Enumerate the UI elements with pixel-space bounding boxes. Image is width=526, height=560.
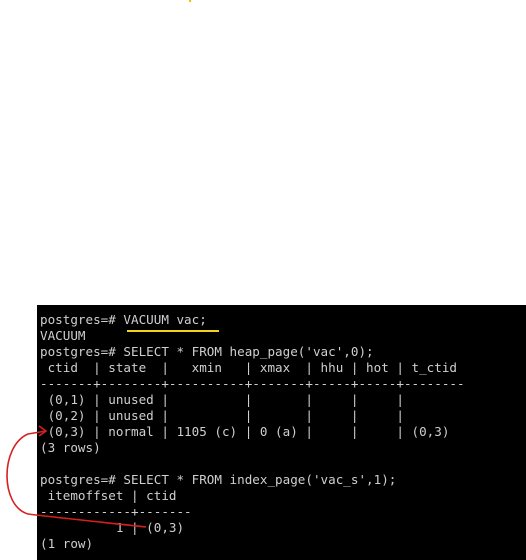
heap-table-row-1: (0,1) | unused | | | | | — [40, 392, 404, 407]
heap-table-header: ctid | state | xmin | xmax | hhu | hot |… — [40, 360, 458, 375]
heap-row-count: (3 rows) — [40, 440, 101, 455]
index-table-separator: ------------+------- — [40, 504, 192, 519]
heap-table-row-2: (0,2) | unused | | | | | — [40, 408, 404, 423]
heap-table-row-3: (0,3) | normal | 1105 (c) | 0 (a) | | | … — [40, 424, 450, 439]
index-table-row-1: 1 | (0,3) — [40, 520, 185, 535]
prompt-line-index-page: postgres=# SELECT * FROM index_page('vac… — [40, 472, 397, 487]
highlight-marker-dot — [189, 0, 191, 2]
prompt-line-heap-page: postgres=# SELECT * FROM heap_page('vac'… — [40, 344, 374, 359]
output-line-vacuum: VACUUM — [40, 328, 86, 343]
index-table-header: itemoffset | ctid — [40, 488, 177, 503]
terminal-window[interactable]: postgres=# VACUUM vac; VACUUM postgres=#… — [37, 305, 526, 560]
index-row-count: (1 row) — [40, 536, 94, 551]
prompt-line-vacuum: postgres=# VACUUM vac; — [40, 312, 207, 327]
heap-table-separator: -------+--------+----------+-------+----… — [40, 376, 465, 391]
